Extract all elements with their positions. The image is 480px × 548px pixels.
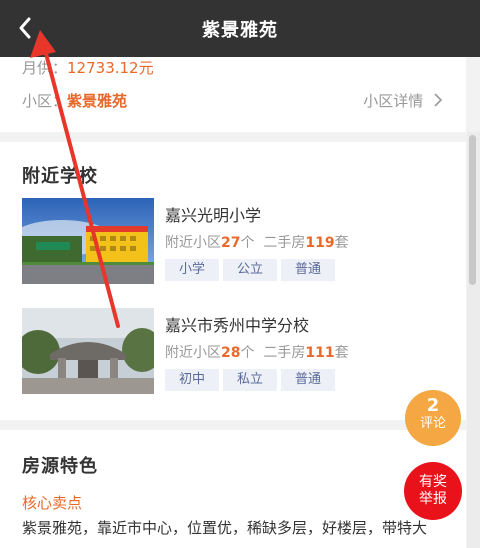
stat-label: 套 bbox=[334, 235, 349, 251]
feature-description: 紫景雅苑，靠近市中心，位置优，稀缺多层，好楼层，带特大 bbox=[22, 519, 428, 537]
community-detail-link[interactable]: 小区详情 bbox=[363, 90, 444, 111]
nearby-community-count: 27 bbox=[221, 235, 241, 251]
listing-count: 111 bbox=[305, 345, 335, 361]
school-name: 嘉兴市秀州中学分校 bbox=[165, 316, 310, 335]
monthly-payment-value: 12733.12元 bbox=[67, 59, 154, 77]
summary-card: 月供：12733.12元 小区：紫景雅苑 小区详情 bbox=[0, 57, 466, 132]
school-tag: 初中 bbox=[165, 369, 219, 391]
community-name[interactable]: 紫景雅苑 bbox=[67, 92, 127, 110]
school-photo bbox=[22, 308, 154, 394]
stat-label: 附近小区 bbox=[165, 235, 221, 251]
stat-label: 个 二手房 bbox=[240, 235, 306, 251]
comment-count: 2 bbox=[426, 395, 440, 416]
school-photo bbox=[22, 198, 154, 284]
stat-label: 个 二手房 bbox=[240, 345, 306, 361]
community-label: 小区： bbox=[22, 92, 68, 110]
school-name: 嘉兴光明小学 bbox=[165, 206, 262, 225]
school-tag: 公立 bbox=[223, 259, 277, 281]
listing-features-title: 房源特色 bbox=[22, 456, 98, 477]
school-tags: 小学 公立 普通 bbox=[165, 258, 339, 281]
nearby-schools-title: 附近学校 bbox=[22, 166, 98, 187]
community-info: 小区：紫景雅苑 bbox=[22, 90, 127, 111]
school-stats: 附近小区27个 二手房119套 bbox=[165, 232, 349, 252]
school-stats: 附近小区28个 二手房111套 bbox=[165, 342, 349, 362]
monthly-payment-label: 月供： bbox=[22, 59, 68, 77]
school-tags: 初中 私立 普通 bbox=[165, 368, 339, 391]
comment-button[interactable]: 2 评论 bbox=[405, 390, 461, 446]
monthly-payment: 月供：12733.12元 bbox=[22, 57, 154, 78]
listing-features-card: 房源特色 核心卖点 紫景雅苑，靠近市中心，位置优，稀缺多层，好楼层，带特大 bbox=[0, 430, 466, 548]
report-button[interactable]: 有奖举报 bbox=[404, 462, 462, 520]
nearby-schools-card: 附近学校 嘉兴光明小学 附近小区27个 二手房119套 小学 公立 普通 嘉兴市… bbox=[0, 142, 466, 420]
scrollbar[interactable] bbox=[467, 132, 480, 548]
scrollbar-thumb[interactable] bbox=[469, 135, 476, 285]
school-tag: 私立 bbox=[223, 369, 277, 391]
stat-label: 附近小区 bbox=[165, 345, 221, 361]
school-tag: 小学 bbox=[165, 259, 219, 281]
listing-count: 119 bbox=[305, 235, 335, 251]
core-selling-point-label: 核心卖点 bbox=[22, 494, 83, 512]
comment-label: 评论 bbox=[419, 416, 446, 431]
chevron-right-icon bbox=[434, 93, 443, 107]
school-item[interactable]: 嘉兴光明小学 附近小区27个 二手房119套 小学 公立 普通 bbox=[22, 198, 452, 286]
top-navbar: 紫景雅苑 bbox=[0, 0, 480, 57]
page-title: 紫景雅苑 bbox=[202, 20, 278, 41]
community-detail-label: 小区详情 bbox=[363, 92, 424, 110]
stat-label: 套 bbox=[334, 345, 349, 361]
school-tag: 普通 bbox=[281, 259, 335, 281]
school-tag: 普通 bbox=[281, 369, 335, 391]
school-item[interactable]: 嘉兴市秀州中学分校 附近小区28个 二手房111套 初中 私立 普通 bbox=[22, 308, 452, 396]
nearby-community-count: 28 bbox=[221, 345, 241, 361]
report-label: 有奖举报 bbox=[419, 474, 447, 507]
